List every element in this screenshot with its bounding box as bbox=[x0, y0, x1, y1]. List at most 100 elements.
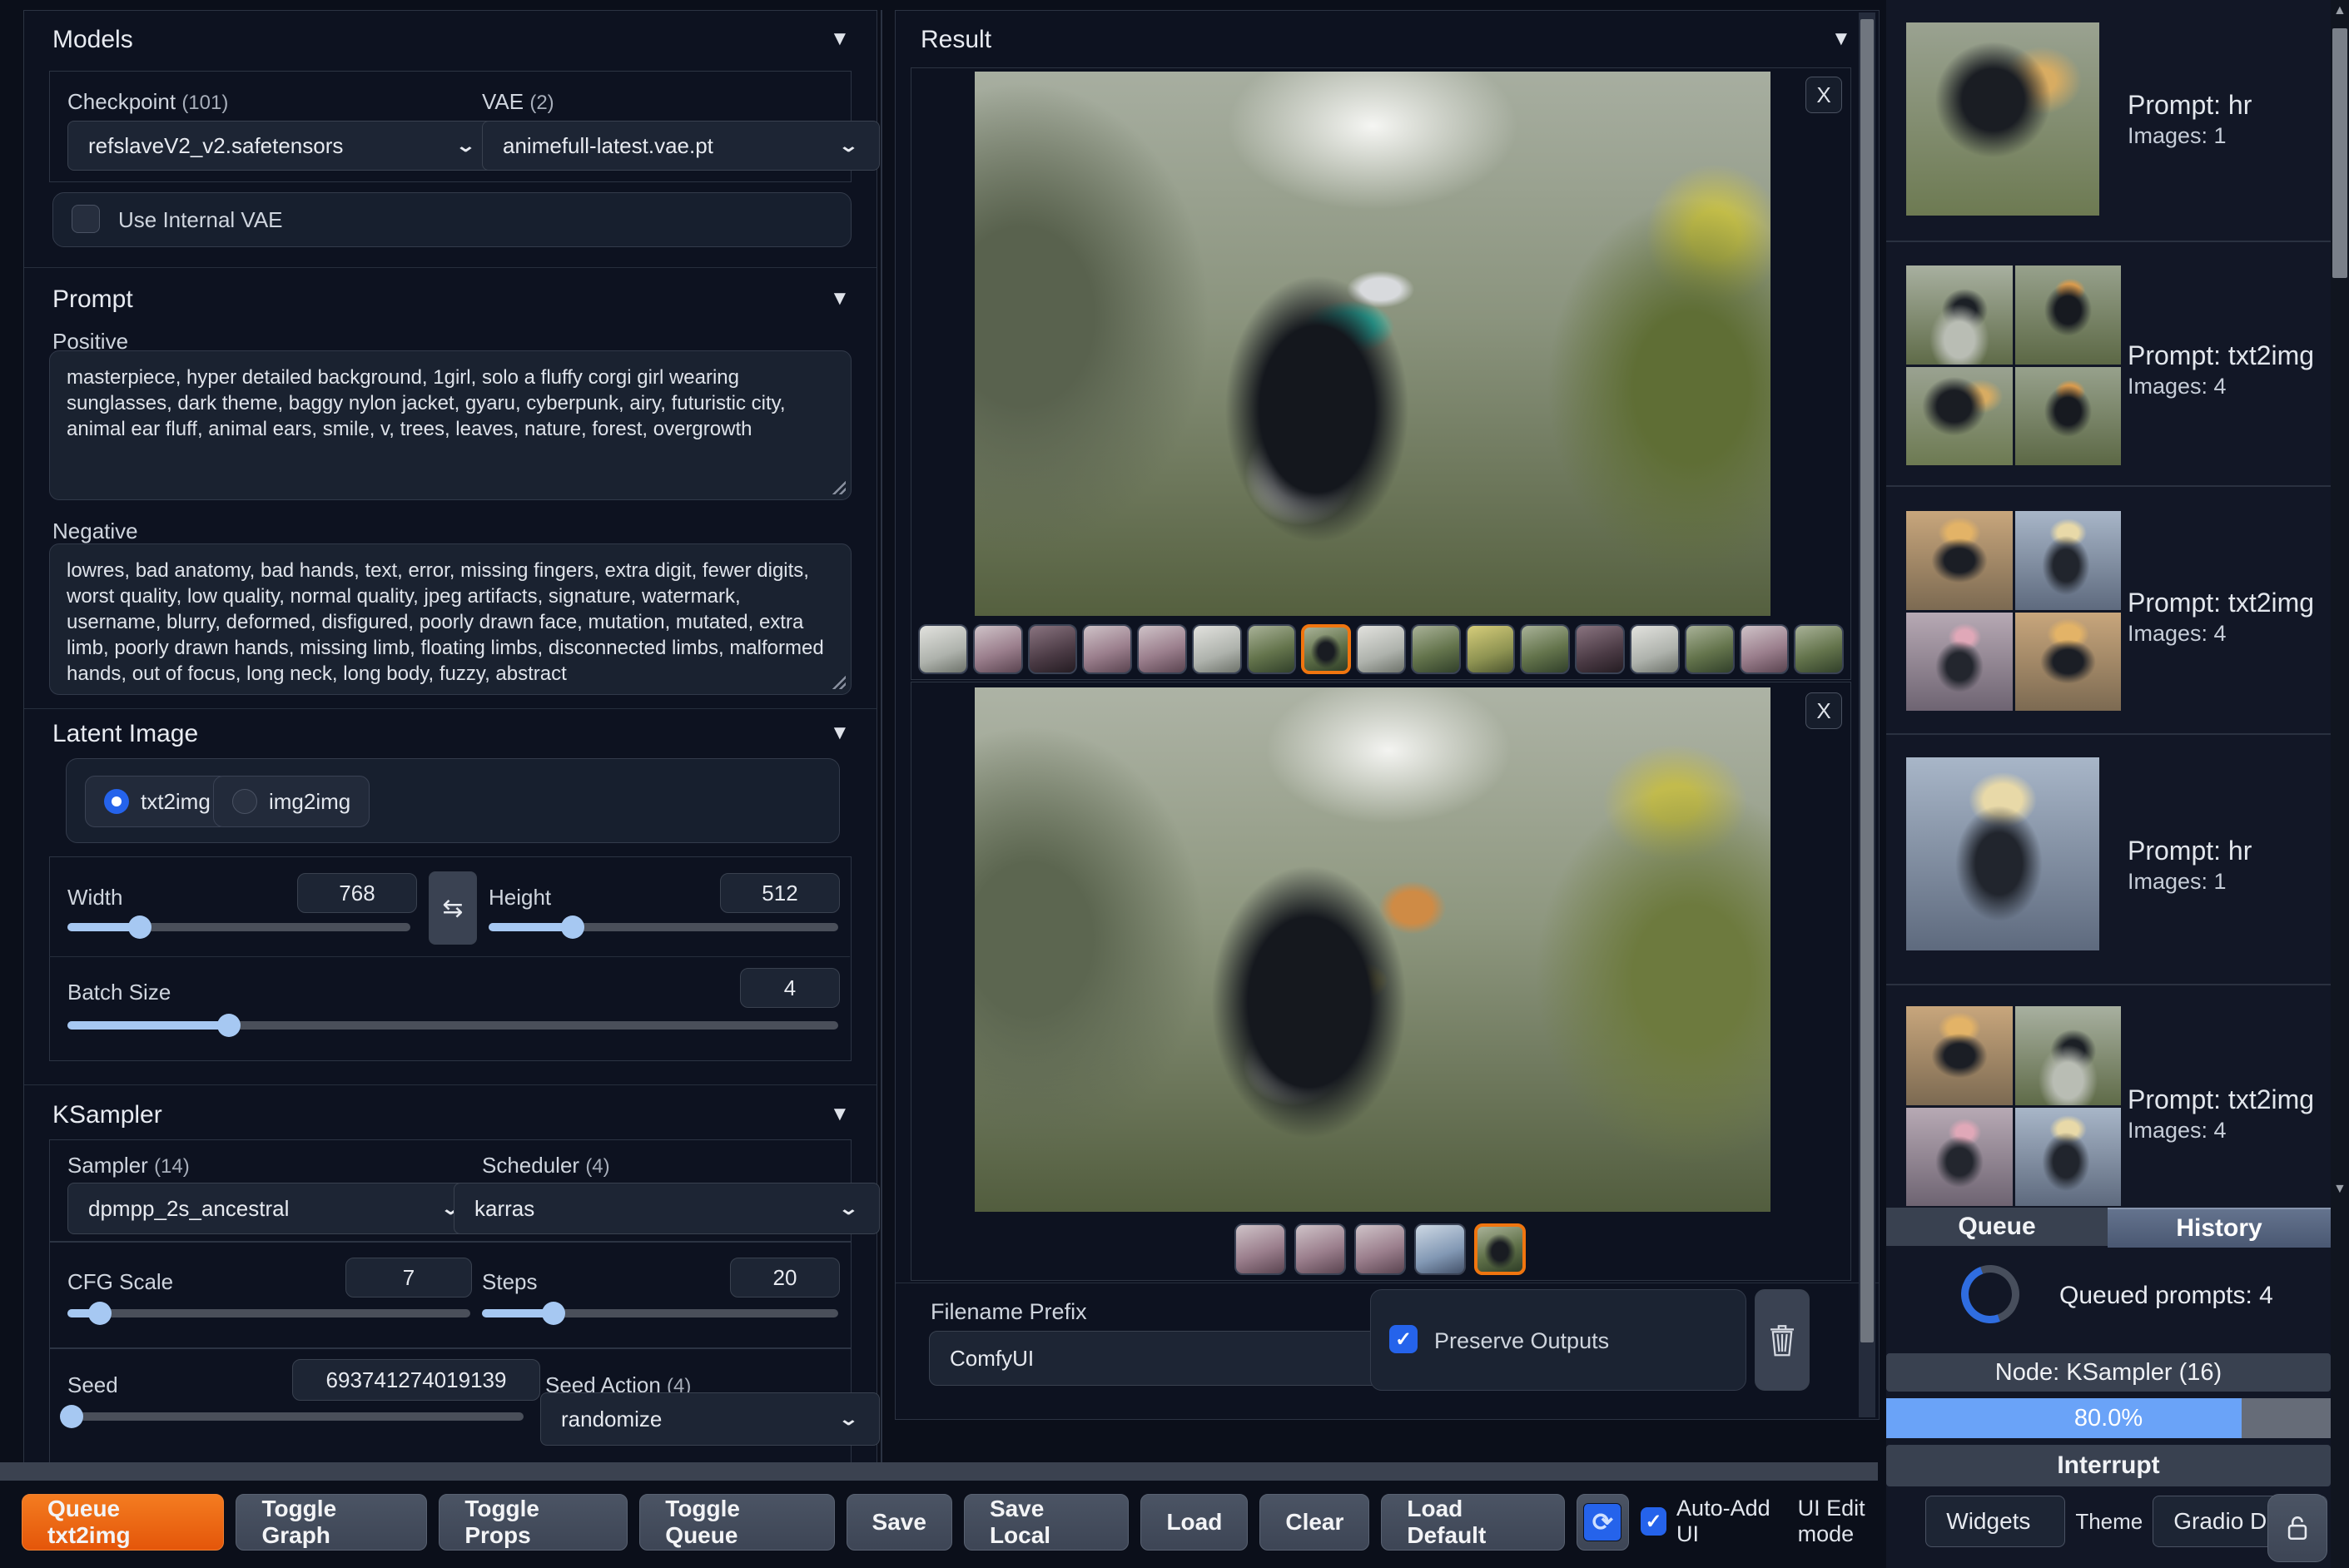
history-tab[interactable]: History bbox=[2108, 1208, 2331, 1248]
use-internal-vae-checkbox[interactable] bbox=[72, 205, 100, 233]
gallery-1-thumbnail-2[interactable] bbox=[972, 624, 1023, 674]
batch-size-value[interactable]: 4 bbox=[740, 968, 840, 1008]
widgets-select[interactable]: Widgets bbox=[1925, 1496, 2066, 1547]
result-header[interactable]: Result bbox=[921, 26, 991, 54]
clear-button[interactable]: Clear bbox=[1259, 1494, 1370, 1551]
history-entry-3[interactable]: Prompt: txt2img Images: 4 bbox=[1886, 488, 2331, 735]
cfg-slider-knob[interactable] bbox=[87, 1302, 112, 1325]
gallery-1-thumbnail-7[interactable] bbox=[1246, 624, 1297, 674]
save-local-button[interactable]: Save Local bbox=[963, 1494, 1130, 1551]
gallery-1-thumbnail-3[interactable] bbox=[1027, 624, 1078, 674]
lock-button[interactable] bbox=[2267, 1494, 2327, 1562]
toggle-props-button[interactable]: Toggle Props bbox=[439, 1494, 628, 1551]
queue-tab[interactable]: Queue bbox=[1886, 1208, 2108, 1246]
history-entry-1-image[interactable] bbox=[1906, 22, 2099, 216]
latent-collapse-icon[interactable]: ▼ bbox=[830, 722, 850, 745]
result-scrollbar-thumb[interactable] bbox=[1860, 19, 1874, 1342]
toggle-queue-button[interactable]: Toggle Queue bbox=[639, 1494, 835, 1551]
gallery-1-thumbnail-14[interactable] bbox=[1629, 624, 1680, 674]
result-scrollbar[interactable] bbox=[1859, 12, 1875, 1417]
workspace-h-scrollbar[interactable] bbox=[0, 1462, 1878, 1481]
steps-value[interactable]: 20 bbox=[730, 1258, 840, 1298]
seed-value[interactable]: 693741274019139 bbox=[292, 1359, 540, 1401]
result-collapse-icon[interactable]: ▼ bbox=[1831, 27, 1851, 51]
gallery-1-thumbnail-16[interactable] bbox=[1739, 624, 1790, 674]
history-entry-4-image[interactable] bbox=[1906, 757, 2099, 950]
history-entry-4[interactable]: Prompt: hr Images: 1 bbox=[1886, 736, 2331, 985]
gallery-1-close-button[interactable]: X bbox=[1805, 77, 1842, 113]
filename-prefix-input[interactable]: ComfyUI bbox=[929, 1331, 1398, 1386]
swap-dimensions-button[interactable]: ⇆ bbox=[429, 871, 477, 945]
sidebar-scrollbar[interactable]: ▲ ▼ bbox=[2331, 0, 2349, 1568]
gallery-1-thumbnail-6[interactable] bbox=[1191, 624, 1242, 674]
gallery-1-thumbnail-9[interactable] bbox=[1356, 624, 1406, 674]
delete-outputs-button[interactable] bbox=[1755, 1289, 1810, 1391]
refresh-button[interactable]: ⟳ bbox=[1576, 1494, 1630, 1551]
prompt-collapse-icon[interactable]: ▼ bbox=[830, 287, 850, 310]
sidebar-scrollbar-thumb[interactable] bbox=[2332, 28, 2347, 278]
cfg-value[interactable]: 7 bbox=[345, 1258, 472, 1298]
mode-txt2img-radio[interactable]: txt2img bbox=[85, 776, 230, 827]
seed-slider-knob[interactable] bbox=[60, 1405, 84, 1428]
positive-prompt-input[interactable]: masterpiece, hyper detailed background, … bbox=[49, 350, 852, 500]
gallery-2-thumbnail-2[interactable] bbox=[1294, 1223, 1346, 1275]
ksampler-header[interactable]: KSampler bbox=[52, 1101, 162, 1129]
seed-slider[interactable] bbox=[60, 1405, 524, 1428]
checkpoint-dropdown[interactable]: refslaveV2_v2.safetensors ⌄ bbox=[67, 121, 497, 171]
scroll-down-icon[interactable]: ▼ bbox=[2333, 1182, 2347, 1197]
vae-dropdown[interactable]: animefull-latest.vae.pt ⌄ bbox=[482, 121, 880, 171]
ksampler-collapse-icon[interactable]: ▼ bbox=[830, 1103, 850, 1126]
seed-action-dropdown[interactable]: randomize ⌄ bbox=[540, 1392, 880, 1446]
height-slider[interactable] bbox=[489, 915, 838, 939]
history-entry-5[interactable]: Prompt: txt2img Images: 4 bbox=[1886, 986, 2331, 1208]
mode-img2img-radio[interactable]: img2img bbox=[213, 776, 370, 827]
height-value[interactable]: 512 bbox=[720, 873, 840, 913]
latent-header[interactable]: Latent Image bbox=[52, 720, 198, 748]
sampler-dropdown[interactable]: dpmpp_2s_ancestral ⌄ bbox=[67, 1183, 482, 1234]
scheduler-dropdown[interactable]: karras ⌄ bbox=[454, 1183, 880, 1234]
gallery-2-thumbnail-4[interactable] bbox=[1414, 1223, 1466, 1275]
history-entry-1[interactable]: Prompt: hr Images: 1 bbox=[1886, 0, 2331, 242]
preserve-outputs-checkbox[interactable]: ✓ bbox=[1389, 1325, 1418, 1353]
gallery-1-thumbnail-8-selected[interactable] bbox=[1301, 624, 1352, 674]
gallery-2-thumbnail-1[interactable] bbox=[1234, 1223, 1286, 1275]
gallery-2-close-button[interactable]: X bbox=[1805, 692, 1842, 729]
prompt-header[interactable]: Prompt bbox=[52, 285, 133, 314]
cfg-slider[interactable] bbox=[67, 1302, 470, 1325]
gallery-2-thumbnail-5-selected[interactable] bbox=[1474, 1223, 1526, 1275]
preserve-outputs-box[interactable]: ✓ Preserve Outputs bbox=[1370, 1289, 1746, 1391]
gallery-1-thumbnail-12[interactable] bbox=[1520, 624, 1571, 674]
width-slider-knob[interactable] bbox=[127, 915, 151, 939]
auto-add-ui-checkbox[interactable]: ✓ bbox=[1641, 1507, 1667, 1536]
history-entry-2-image-grid[interactable] bbox=[1906, 265, 2121, 465]
gallery-1-thumbnail-11[interactable] bbox=[1465, 624, 1516, 674]
gallery-2-thumbnail-3[interactable] bbox=[1354, 1223, 1406, 1275]
batch-size-slider-knob[interactable] bbox=[217, 1014, 241, 1037]
negative-prompt-input[interactable]: lowres, bad anatomy, bad hands, text, er… bbox=[49, 543, 852, 695]
result-image-large[interactable] bbox=[975, 72, 1770, 616]
gallery-1-thumbnail-10[interactable] bbox=[1410, 624, 1461, 674]
history-entry-2[interactable]: Prompt: txt2img Images: 4 bbox=[1886, 242, 2331, 487]
gallery-1-thumbnail-4[interactable] bbox=[1082, 624, 1133, 674]
models-collapse-icon[interactable]: ▼ bbox=[830, 27, 850, 51]
gallery-1-thumbnail-1[interactable] bbox=[918, 624, 968, 674]
use-internal-vae-box[interactable]: Use Internal VAE bbox=[52, 192, 852, 247]
models-header[interactable]: Models bbox=[52, 26, 133, 54]
save-button[interactable]: Save bbox=[846, 1494, 952, 1551]
interrupt-button[interactable]: Interrupt bbox=[1886, 1445, 2331, 1486]
toggle-graph-button[interactable]: Toggle Graph bbox=[236, 1494, 428, 1551]
gallery-1-thumbnail-5[interactable] bbox=[1137, 624, 1187, 674]
batch-size-slider[interactable] bbox=[67, 1014, 838, 1037]
steps-slider-knob[interactable] bbox=[541, 1302, 565, 1325]
history-entry-5-image-grid[interactable] bbox=[1906, 1006, 2121, 1206]
width-value[interactable]: 768 bbox=[297, 873, 417, 913]
gallery-1-thumbnail-17[interactable] bbox=[1794, 624, 1844, 674]
gallery-1-thumbnail-15[interactable] bbox=[1684, 624, 1735, 674]
result-image-large-2[interactable] bbox=[975, 687, 1770, 1212]
width-slider[interactable] bbox=[67, 915, 410, 939]
load-default-button[interactable]: Load Default bbox=[1381, 1494, 1565, 1551]
load-button[interactable]: Load bbox=[1140, 1494, 1249, 1551]
queue-txt2img-button[interactable]: Queue txt2img bbox=[22, 1494, 225, 1551]
scroll-up-icon[interactable]: ▲ bbox=[2333, 3, 2347, 18]
height-slider-knob[interactable] bbox=[560, 915, 584, 939]
